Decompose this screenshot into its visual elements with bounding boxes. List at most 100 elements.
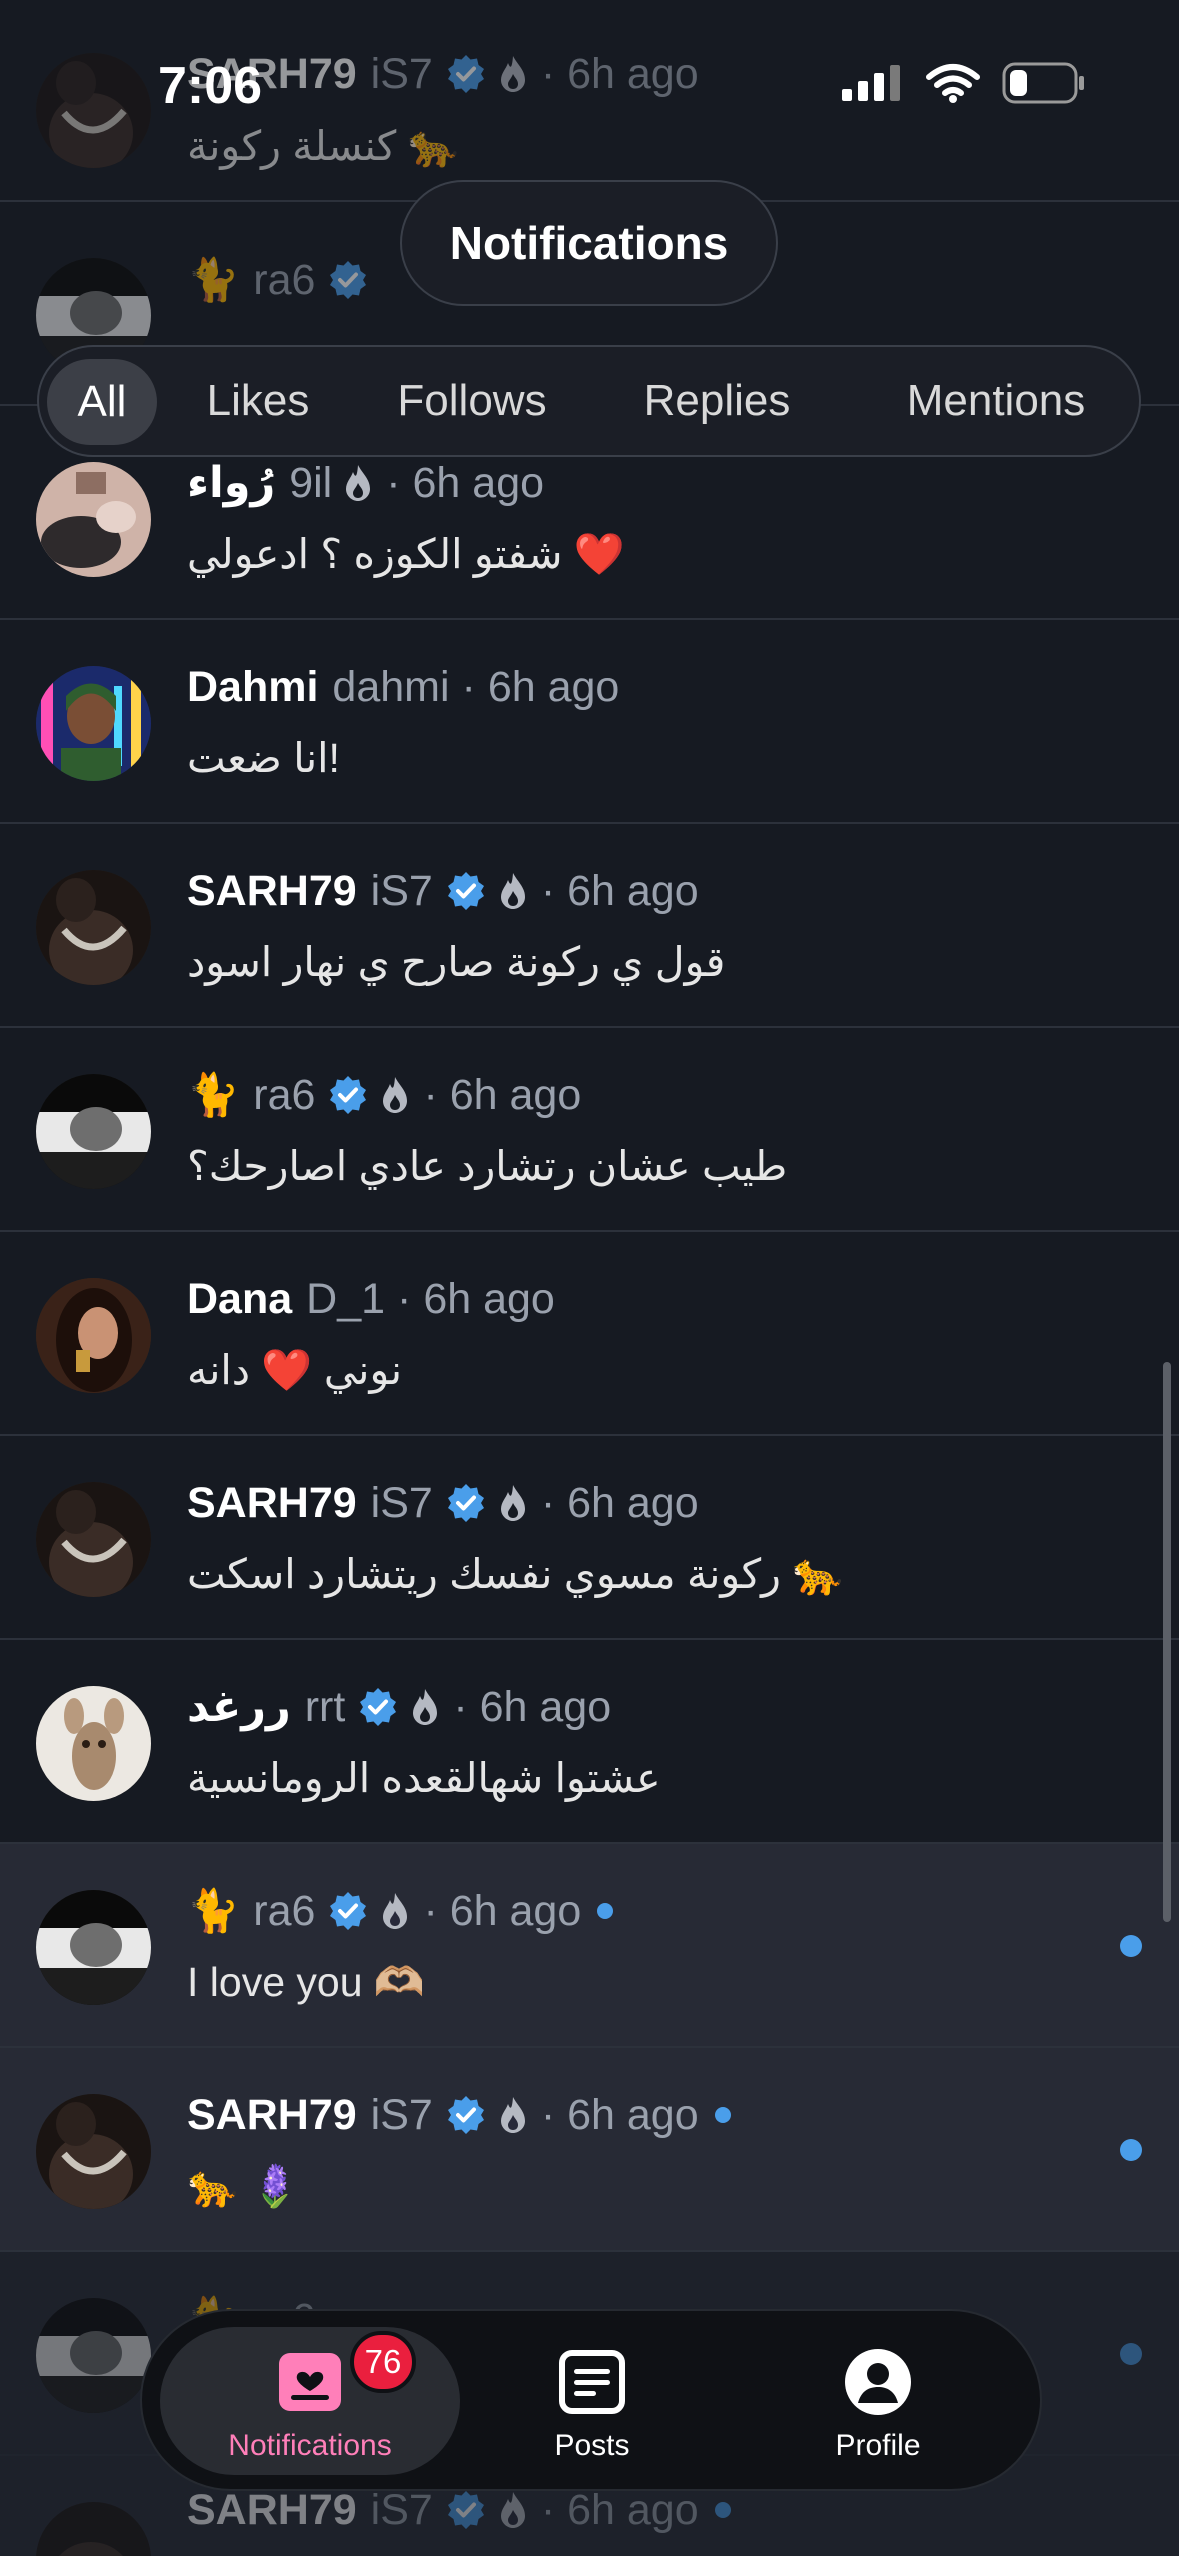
avatar-sarh79[interactable] — [36, 870, 151, 985]
timestamp: · 6h ago — [397, 1274, 555, 1323]
notification-meta: Dahmi dahmi · 6h ago — [187, 657, 619, 717]
timestamp: · 6h ago — [540, 866, 699, 915]
verified-badge-icon — [445, 2094, 487, 2136]
tab-notifications[interactable]: 76 Notifications — [160, 2311, 460, 2491]
author-name[interactable]: ررغد — [187, 1682, 291, 1732]
verified-badge-icon — [327, 259, 369, 301]
unread-dot-small — [714, 2502, 731, 2518]
cat-emoji: 🐈 — [187, 255, 240, 303]
bottom-tab-bar: 76 Notifications Posts Profile — [140, 2309, 1042, 2491]
unread-indicator — [1120, 1935, 1142, 1957]
clock: 7:06 — [158, 57, 263, 115]
notification-meta: SARH79 iS7 · 6h ago — [187, 861, 699, 921]
verified-badge-icon — [445, 1482, 487, 1524]
avatar-dana[interactable] — [36, 1278, 151, 1393]
profile-person-icon — [843, 2347, 913, 2417]
flame-icon — [497, 871, 529, 911]
author-handle[interactable]: ra6 — [253, 256, 315, 305]
author-name[interactable]: رُواء — [187, 458, 275, 508]
notification-message[interactable]: عشتوا شهالقعده الرومانسية — [187, 1748, 661, 1808]
notification-row[interactable]: 🐈 ra6 · 6h ago طيب عشان رتشارد عادي اصار… — [0, 1028, 1179, 1232]
author-name[interactable]: SARH79 — [187, 867, 357, 916]
avatar-ra6[interactable] — [36, 1074, 151, 1189]
cellular-signal-icon — [840, 63, 904, 108]
notification-row-unread[interactable]: SARH79 iS7 · 6h ago 🐆 🪻 — [0, 2048, 1179, 2252]
flame-icon — [379, 1891, 411, 1931]
notification-message[interactable]: قول ي ركونة صارح ي نهار اسود — [187, 932, 725, 992]
tab-label: Profile — [835, 2429, 921, 2462]
flame-icon — [497, 2490, 529, 2530]
flame-icon — [497, 1483, 529, 1523]
notification-message[interactable]: طيب عشان رتشارد عادي اصارحك؟ — [187, 1136, 787, 1196]
notification-meta: 🐈 ra6 — [187, 250, 369, 310]
author-name[interactable]: Dahmi — [187, 663, 318, 712]
avatar-ra6[interactable] — [36, 2298, 151, 2413]
author-handle[interactable]: ra6 — [253, 1887, 315, 1936]
notification-message[interactable]: انا ضعت! — [187, 728, 340, 788]
notification-row-unread[interactable]: 🐈 ra6 · 6h ago I love you 🫶🏼 — [0, 1844, 1179, 2048]
tab-mentions[interactable]: Mentions — [857, 347, 1135, 455]
verified-badge-icon — [327, 1074, 369, 1116]
flame-icon — [497, 2095, 529, 2135]
author-handle[interactable]: ra6 — [253, 1071, 315, 1120]
verified-badge-icon — [357, 1686, 399, 1728]
tab-all[interactable]: All — [47, 359, 157, 445]
avatar-sarh79[interactable] — [36, 2094, 151, 2209]
author-handle: dahmi — [332, 662, 450, 711]
avatar-ruwaa[interactable] — [36, 462, 151, 577]
status-bar: 7:06 — [0, 0, 1179, 160]
cat-emoji: 🐈 — [187, 1886, 240, 1934]
unread-indicator — [1120, 2139, 1142, 2161]
author-handle: iS7 — [370, 1478, 433, 1527]
avatar-sarh79[interactable] — [36, 2502, 151, 2556]
tab-profile[interactable]: Profile — [728, 2311, 1028, 2491]
notification-row[interactable]: ررغد rrt · 6h ago عشتوا شهالقعده الرومان… — [0, 1640, 1179, 1844]
notification-message[interactable]: I love you 🫶🏼 — [187, 1952, 425, 2012]
timestamp: · 6h ago — [423, 1070, 582, 1119]
unread-indicator — [1120, 2343, 1142, 2365]
timestamp: · 6h ago — [461, 662, 620, 711]
avatar-sarh79[interactable] — [36, 1482, 151, 1597]
notification-meta: ررغد rrt · 6h ago — [187, 1677, 611, 1737]
notification-count-badge: 76 — [350, 2331, 416, 2393]
timestamp: · 6h ago — [453, 1682, 612, 1731]
battery-icon — [1002, 62, 1086, 109]
flame-icon — [409, 1687, 441, 1727]
posts-icon — [557, 2347, 627, 2417]
unread-dot-small — [714, 2107, 731, 2123]
avatar-ra6[interactable] — [36, 1890, 151, 2005]
notification-message[interactable]: ركونة مسوي نفسك ريتشارد اسكت 🐆 — [187, 1544, 843, 1604]
author-name[interactable]: SARH79 — [187, 2486, 357, 2535]
avatar-rrghad[interactable] — [36, 1686, 151, 1801]
scrollbar[interactable] — [1163, 1362, 1171, 1922]
notification-row[interactable]: SARH79 iS7 · 6h ago ركونة مسوي نفسك ريتش… — [0, 1436, 1179, 1640]
unread-dot-small — [597, 1903, 614, 1919]
timestamp: · 6h ago — [386, 458, 545, 507]
timestamp: · 6h ago — [540, 1478, 699, 1527]
notifications-title-pill[interactable]: Notifications — [400, 180, 778, 306]
tab-posts[interactable]: Posts — [442, 2311, 742, 2491]
notification-message[interactable]: شفتو الكوزه ؟ ادعولي ❤️ — [187, 524, 625, 584]
author-name[interactable]: Dana — [187, 1275, 292, 1324]
verified-badge-icon — [445, 2489, 487, 2531]
notification-row[interactable]: Dana D_1 · 6h ago نوني ❤️ دانه — [0, 1232, 1179, 1436]
page-title: Notifications — [449, 217, 729, 269]
avatar-dahmi[interactable] — [36, 666, 151, 781]
notification-row[interactable]: Dahmi dahmi · 6h ago انا ضعت! — [0, 620, 1179, 824]
author-handle: 9il — [289, 458, 333, 507]
tab-label: Posts — [554, 2429, 630, 2462]
notification-meta: 🐈 ra6 · 6h ago — [187, 1881, 614, 1941]
verified-badge-icon — [445, 870, 487, 912]
notification-message[interactable]: 🐆 🪻 — [187, 2156, 301, 2216]
wifi-icon — [926, 63, 980, 108]
flame-icon — [342, 463, 374, 503]
author-name[interactable]: SARH79 — [187, 1479, 357, 1528]
author-name[interactable]: SARH79 — [187, 2091, 357, 2140]
tab-replies[interactable]: Replies — [617, 347, 817, 455]
notification-row[interactable]: SARH79 iS7 · 6h ago قول ي ركونة صارح ي ن… — [0, 824, 1179, 1028]
notification-meta: SARH79 iS7 · 6h ago — [187, 2085, 731, 2145]
tab-likes[interactable]: Likes — [176, 347, 340, 455]
tab-follows[interactable]: Follows — [367, 347, 577, 455]
timestamp: · 6h ago — [423, 1886, 582, 1935]
notification-message[interactable]: نوني ❤️ دانه — [187, 1340, 402, 1400]
